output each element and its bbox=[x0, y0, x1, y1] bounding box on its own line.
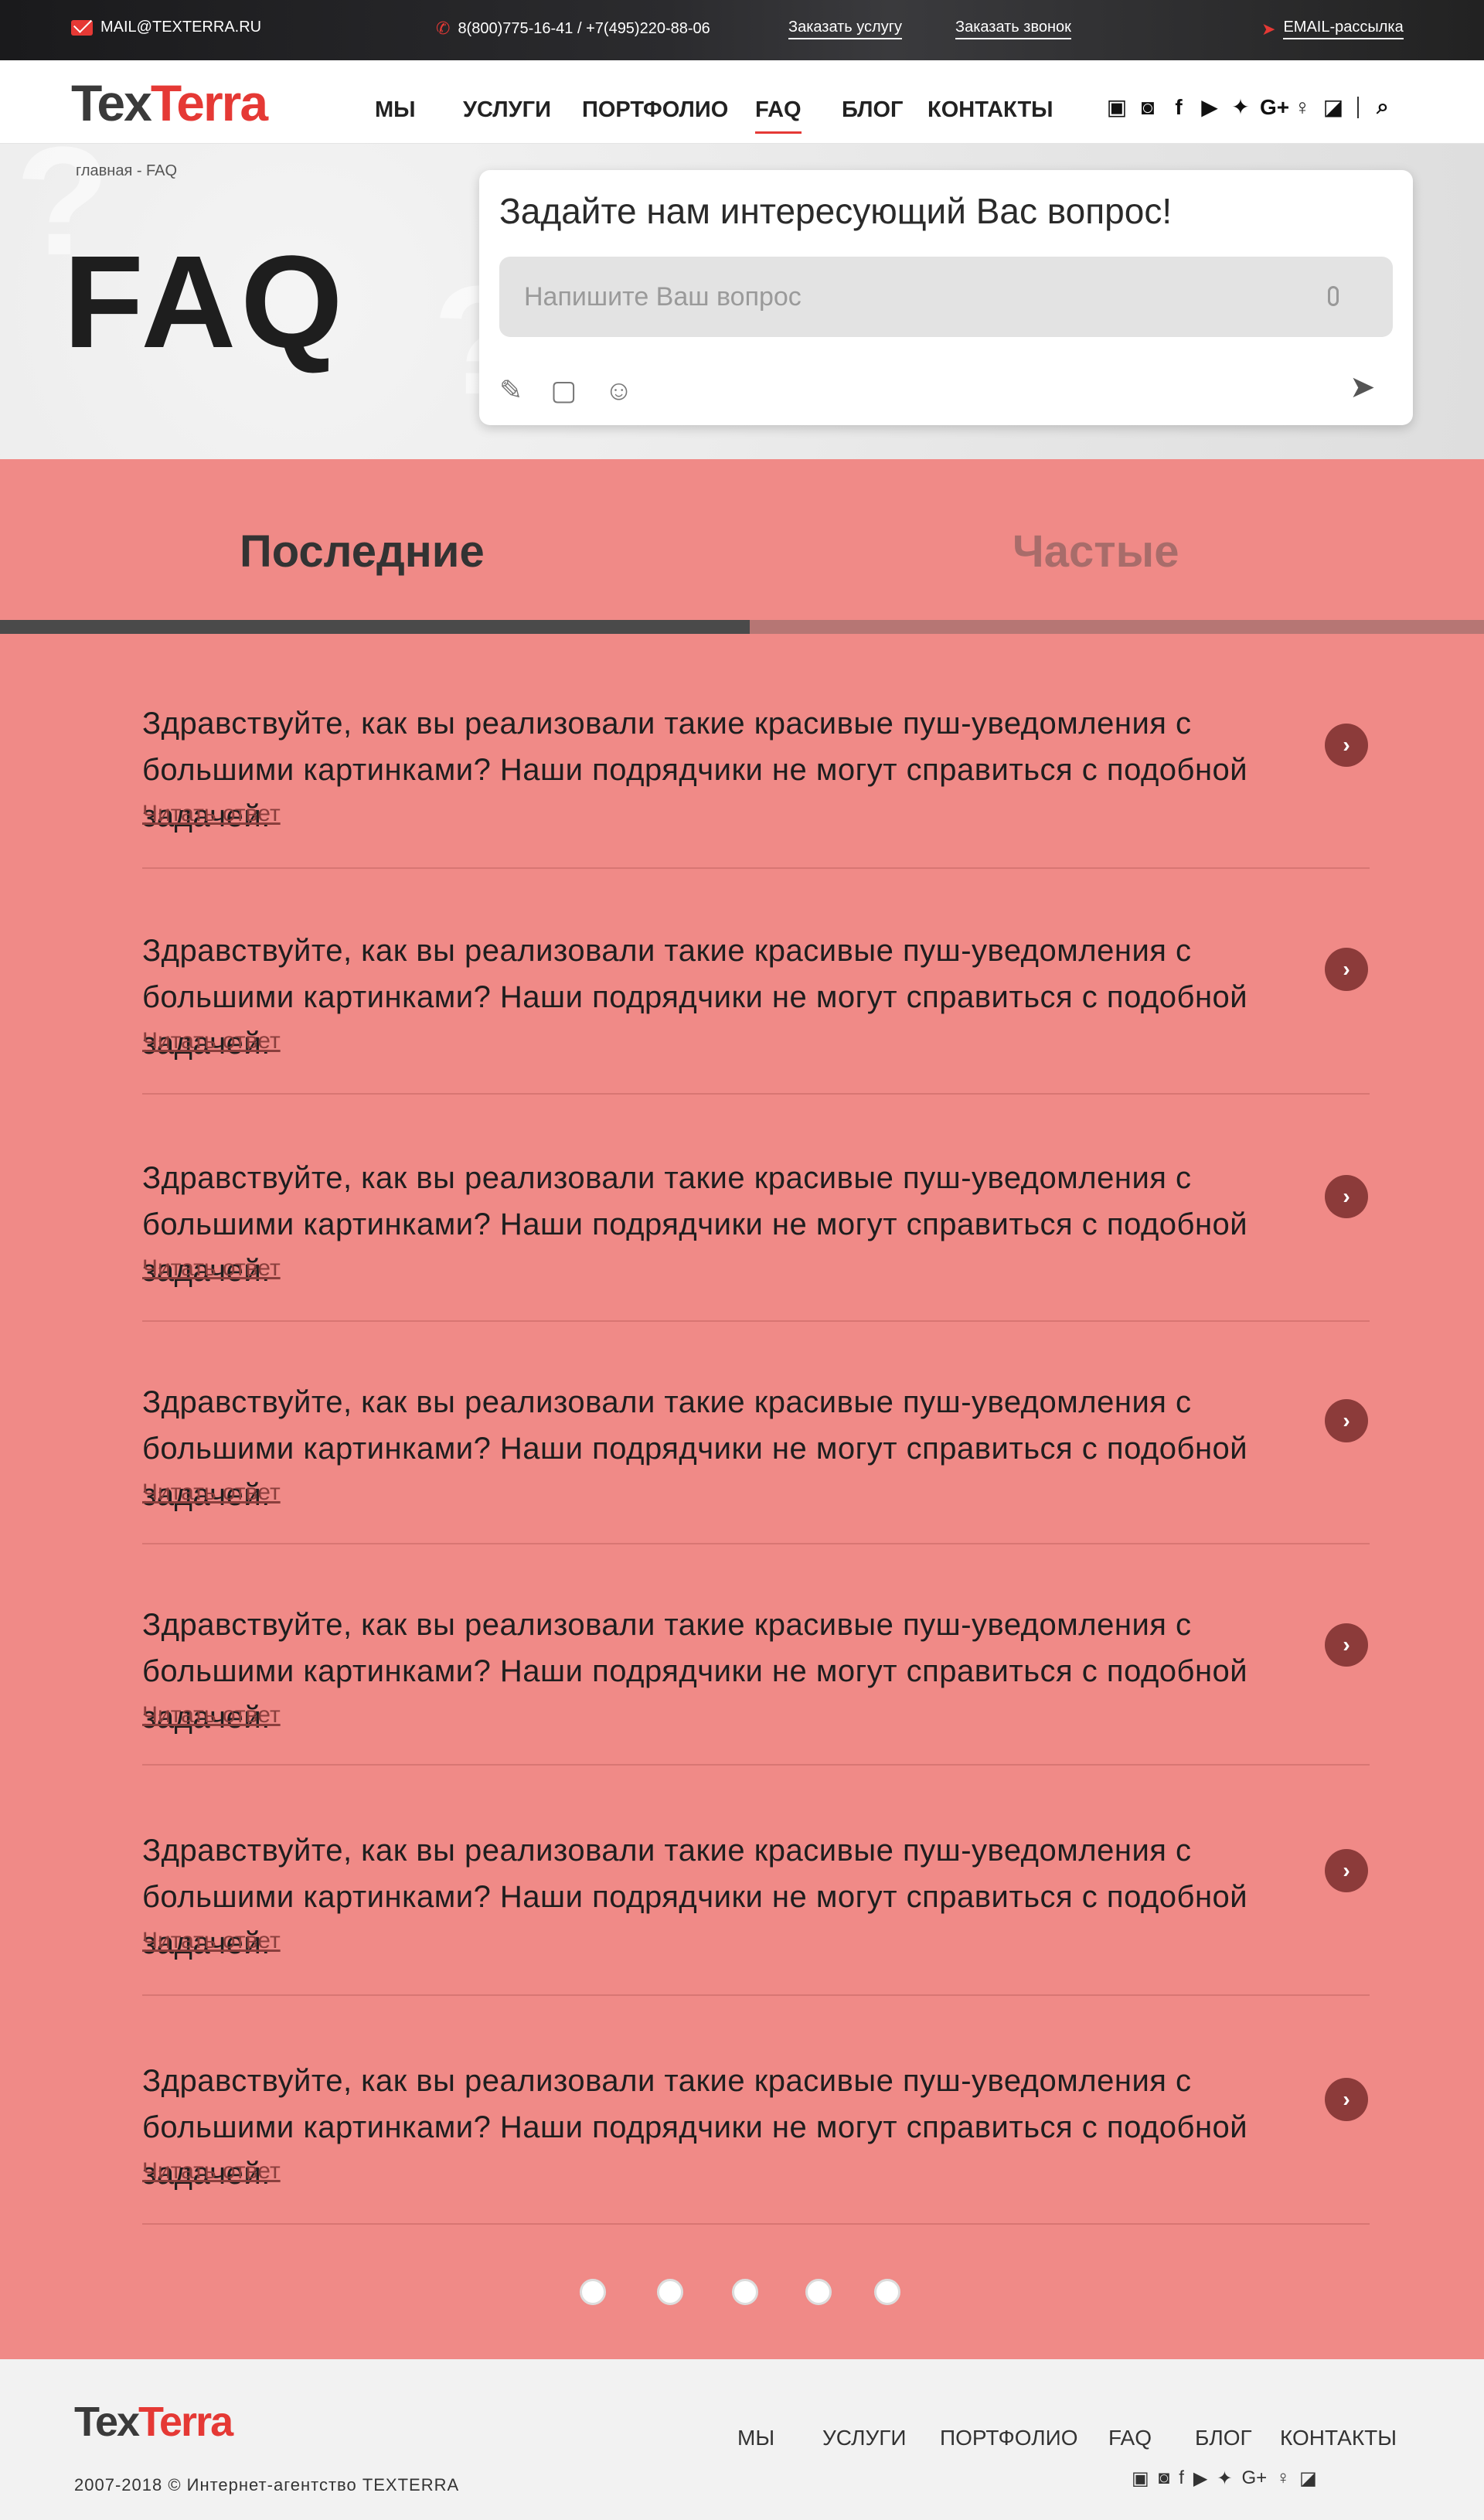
facebook-icon[interactable]: f bbox=[1179, 2467, 1184, 2490]
attachment-tools: ✎ ▢ ☺ bbox=[499, 374, 633, 407]
question-text: Здравствуйте, как вы реализовали такие к… bbox=[142, 1161, 1248, 1288]
chevron-right-icon[interactable]: › bbox=[1325, 1175, 1368, 1218]
newsletter-link[interactable]: ➤ EMAIL-рассылка bbox=[1261, 19, 1404, 39]
list-item: Здравствуйте, как вы реализовали такие к… bbox=[142, 1322, 1370, 1544]
footer-nav-faq[interactable]: FAQ bbox=[1108, 2426, 1152, 2450]
page-dot[interactable] bbox=[657, 2279, 683, 2305]
smiley-icon[interactable]: ☺ bbox=[604, 374, 633, 407]
chevron-right-icon[interactable]: › bbox=[1325, 1623, 1368, 1667]
tab-indicator-active bbox=[0, 620, 750, 634]
question-text: Здравствуйте, как вы реализовали такие к… bbox=[142, 1608, 1248, 1735]
instagram-icon[interactable]: ◙ bbox=[1136, 95, 1159, 120]
page-dot[interactable] bbox=[874, 2279, 900, 2305]
list-item: Здравствуйте, как вы реализовали такие к… bbox=[142, 1544, 1370, 1766]
tab-indicator-inactive bbox=[750, 620, 1484, 634]
page-dot[interactable] bbox=[580, 2279, 606, 2305]
footer-logo[interactable]: TexTerra bbox=[74, 2398, 233, 2446]
phone-numbers[interactable]: ✆ 8(800)775-16-41 / +7(495)220-88-06 bbox=[436, 19, 710, 39]
footer-nav-blog[interactable]: БЛОГ bbox=[1195, 2426, 1252, 2450]
chevron-right-icon[interactable]: › bbox=[1325, 724, 1368, 767]
question-text: Здравствуйте, как вы реализовали такие к… bbox=[142, 1834, 1248, 1960]
youtube-icon[interactable]: ▶ bbox=[1193, 2467, 1207, 2490]
facebook-icon[interactable]: f bbox=[1167, 95, 1190, 120]
google-plus-icon[interactable]: G+ bbox=[1241, 2467, 1267, 2490]
site-header: TexTerra МЫ УСЛУГИ ПОРТФОЛИО FAQ БЛОГ КО… bbox=[0, 60, 1484, 144]
ask-question-card: Задайте нам интересующий Вас вопрос! ✎ ▢… bbox=[479, 170, 1413, 425]
read-answer-link[interactable]: Читать ответ bbox=[142, 1928, 281, 1954]
tab-latest[interactable]: Последние bbox=[240, 526, 485, 577]
order-call-link[interactable]: Заказать звонок bbox=[955, 19, 1071, 39]
paperclip-icon[interactable]: ✎ bbox=[499, 374, 522, 407]
question-text: Здравствуйте, как вы реализовали такие к… bbox=[142, 2064, 1248, 2191]
footer: TexTerra МЫ УСЛУГИ ПОРТФОЛИО FAQ БЛОГ КО… bbox=[0, 2359, 1484, 2520]
twitter-icon[interactable]: ✦ bbox=[1229, 94, 1252, 120]
top-bar: MAIL@TEXTERRA.RU ✆ 8(800)775-16-41 / +7(… bbox=[0, 0, 1484, 60]
odnoklassniki-icon[interactable]: ♀ bbox=[1291, 95, 1314, 120]
question-text: Здравствуйте, как вы реализовали такие к… bbox=[142, 934, 1248, 1061]
send-icon[interactable]: ➤ bbox=[1350, 369, 1376, 405]
page-dot[interactable] bbox=[732, 2279, 758, 2305]
question-text: Здравствуйте, как вы реализовали такие к… bbox=[142, 707, 1248, 833]
youtube-icon[interactable]: ▶ bbox=[1198, 94, 1221, 120]
social-links: ▣ ◙ f ▶ ✦ G+ ♀ ◪ ⌕ bbox=[1105, 94, 1394, 120]
nav-item-portfolio[interactable]: ПОРТФОЛИО bbox=[582, 97, 728, 123]
read-answer-link[interactable]: Читать ответ bbox=[142, 1480, 281, 1506]
odnoklassniki-icon[interactable]: ♀ bbox=[1276, 2467, 1290, 2490]
nav-item-faq[interactable]: FAQ bbox=[755, 97, 802, 134]
page-title: FAQ bbox=[63, 229, 348, 376]
nav-item-blog[interactable]: БЛОГ bbox=[842, 97, 903, 123]
vk-icon[interactable]: ▣ bbox=[1132, 2467, 1149, 2490]
divider bbox=[1357, 96, 1359, 118]
read-answer-link[interactable]: Читать ответ bbox=[142, 801, 281, 827]
list-item: Здравствуйте, как вы реализовали такие к… bbox=[142, 1766, 1370, 1996]
read-answer-link[interactable]: Читать ответ bbox=[142, 2158, 281, 2185]
ask-title: Задайте нам интересующий Вас вопрос! bbox=[499, 191, 1173, 231]
chevron-right-icon[interactable]: › bbox=[1325, 1849, 1368, 1892]
mail-icon bbox=[71, 19, 93, 36]
microphone-icon[interactable] bbox=[1328, 286, 1339, 306]
hero-section: ? ? ? главная - FAQ FAQ Задайте нам инте… bbox=[0, 144, 1484, 459]
camera-icon[interactable]: ▢ bbox=[550, 374, 577, 407]
footer-nav-portfolio[interactable]: ПОРТФОЛИО bbox=[940, 2426, 1078, 2450]
list-item: Здравствуйте, как вы реализовали такие к… bbox=[142, 1095, 1370, 1322]
paper-plane-icon: ➤ bbox=[1261, 19, 1276, 39]
tabs: Последние Частые bbox=[0, 459, 1484, 634]
footer-nav-contacts[interactable]: КОНТАКТЫ bbox=[1280, 2426, 1397, 2450]
instagram-icon[interactable]: ◙ bbox=[1159, 2467, 1170, 2490]
google-plus-icon[interactable]: G+ bbox=[1260, 95, 1289, 120]
chevron-right-icon[interactable]: › bbox=[1325, 1399, 1368, 1442]
logo[interactable]: TexTerra bbox=[71, 77, 268, 128]
footer-social-links: ▣ ◙ f ▶ ✦ G+ ♀ ◪ bbox=[1132, 2467, 1317, 2490]
nav-item-services[interactable]: УСЛУГИ bbox=[463, 97, 551, 123]
read-answer-link[interactable]: Читать ответ bbox=[142, 1702, 281, 1728]
question-input[interactable] bbox=[499, 257, 1393, 337]
question-text: Здравствуйте, как вы реализовали такие к… bbox=[142, 1385, 1248, 1512]
phone-icon: ✆ bbox=[436, 19, 451, 38]
twitter-icon[interactable]: ✦ bbox=[1217, 2467, 1232, 2490]
copyright: 2007-2018 © Интернет-агентство TEXTERRA bbox=[74, 2475, 460, 2494]
read-answer-link[interactable]: Читать ответ bbox=[142, 1028, 281, 1054]
chevron-right-icon[interactable]: › bbox=[1325, 2078, 1368, 2121]
list-item: Здравствуйте, как вы реализовали такие к… bbox=[142, 1996, 1370, 2225]
search-icon[interactable]: ⌕ bbox=[1371, 94, 1394, 120]
breadcrumb[interactable]: главная - FAQ bbox=[76, 162, 177, 180]
footer-nav-services[interactable]: УСЛУГИ bbox=[822, 2426, 907, 2450]
tab-frequent[interactable]: Частые bbox=[1013, 526, 1179, 577]
vk-icon[interactable]: ▣ bbox=[1105, 94, 1128, 120]
order-service-link[interactable]: Заказать услугу bbox=[788, 19, 903, 39]
chevron-right-icon[interactable]: › bbox=[1325, 948, 1368, 991]
email-link[interactable]: MAIL@TEXTERRA.RU bbox=[71, 19, 261, 36]
footer-nav-about[interactable]: МЫ bbox=[737, 2426, 774, 2450]
nav-item-about[interactable]: МЫ bbox=[375, 97, 416, 123]
page-dot[interactable] bbox=[805, 2279, 832, 2305]
list-item: Здравствуйте, как вы реализовали такие к… bbox=[142, 634, 1370, 869]
read-answer-link[interactable]: Читать ответ bbox=[142, 1255, 281, 1282]
rss-icon[interactable]: ◪ bbox=[1299, 2467, 1317, 2490]
list-item: Здравствуйте, как вы реализовали такие к… bbox=[142, 869, 1370, 1095]
rss-icon[interactable]: ◪ bbox=[1322, 94, 1345, 120]
nav-item-contacts[interactable]: КОНТАКТЫ bbox=[928, 97, 1053, 123]
